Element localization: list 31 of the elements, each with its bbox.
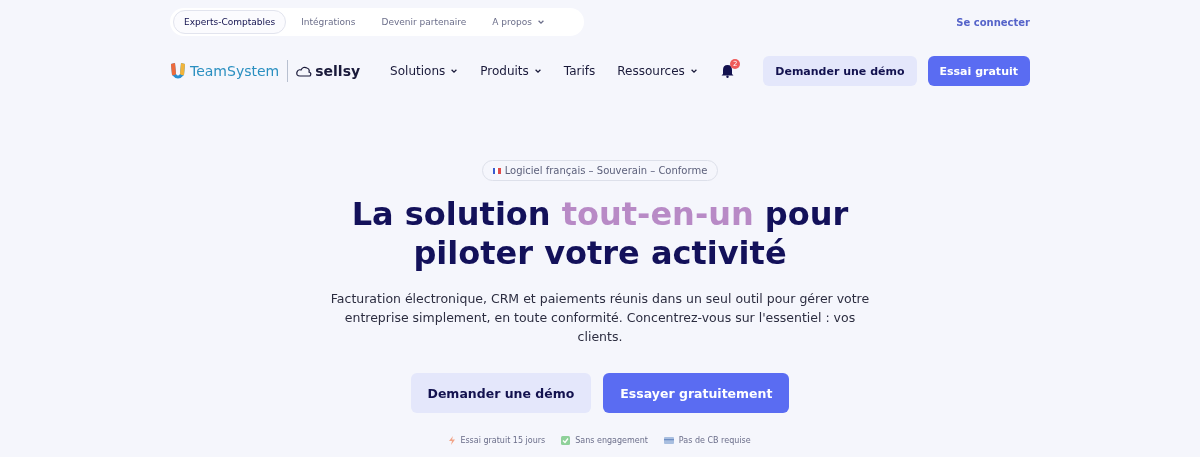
top-nav-link[interactable]: Experts-Comptables [173,10,287,34]
perk-text: Essai gratuit 15 jours [460,436,546,445]
flag-icon [492,167,501,174]
free-trial-button[interactable]: Essayer gratuitement [603,373,790,413]
chevron-down-icon [537,18,545,26]
chevron-down-icon [533,67,542,75]
demo-button[interactable]: Demander une démo [410,373,592,413]
top-nav-link[interactable]: Devenir partenaire [370,10,478,34]
hero-title: La solution tout-en-un pour piloter votre activité [350,195,850,273]
bell-icon[interactable] [721,64,735,78]
badge-text: Logiciel français – Souverain – Conforme [504,165,708,176]
cloud-icon [296,65,313,77]
chevron-down-icon [689,67,698,75]
product-logo[interactable]: sellsy [296,63,361,79]
chevron-down-icon [450,67,459,75]
perk-text: Pas de CB requise [678,436,751,445]
credit-card-icon [663,437,674,444]
logo-icon [170,62,186,80]
top-nav-link[interactable]: A propos [481,10,556,34]
hero-description: Facturation électronique, CRM et paiements réunis dans un seul outil pour gérer votre entreprise simplement, en toute conformité. Concentrez-vous sur l'essentiel : vos clients. [330,290,870,346]
login-link[interactable]: Se connecter [956,16,1030,28]
nav-menu-item[interactable]: Ressources [617,64,698,78]
lightning-icon [449,436,456,445]
free-trial-button[interactable]: Essai gratuit [927,56,1030,86]
nav-menu-item[interactable]: Solutions [390,64,459,78]
perk-text: Sans engagement [575,436,648,445]
nav-menu-item[interactable]: Produits [480,64,542,78]
nav-menu-item[interactable]: Tarifs [563,64,596,78]
top-nav-link[interactable]: Intégrations [290,10,367,34]
checkbox-icon [561,436,571,445]
demo-button[interactable]: Demander une démo [763,56,917,86]
